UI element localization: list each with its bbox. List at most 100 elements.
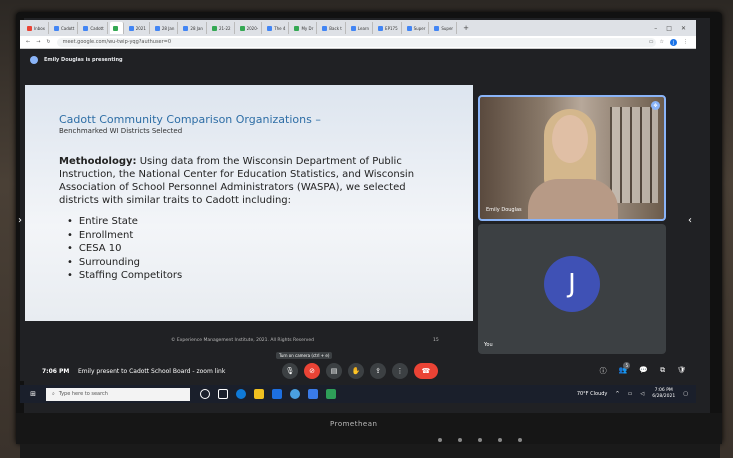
browser-tab[interactable]: Cadott (80, 22, 108, 34)
menu-icon[interactable]: ⋮ (683, 39, 688, 45)
tab-label: 28 Jan (190, 25, 203, 31)
participant-body (528, 179, 618, 219)
browser-tab[interactable]: The 4 (264, 22, 290, 34)
task-view-icon[interactable] (218, 389, 228, 399)
more-options-icon[interactable]: ⋮ (392, 363, 408, 379)
self-avatar: J (544, 256, 600, 312)
edge-icon[interactable] (236, 389, 246, 399)
taskbar-clock[interactable]: 7:06 PM 6/28/2021 (652, 388, 675, 400)
captions-icon[interactable]: ▤ (326, 363, 342, 379)
tab-favicon-icon (83, 25, 89, 31)
participant-tile-self[interactable]: J You (478, 224, 666, 354)
tab-favicon-icon (53, 25, 59, 31)
browser-tab[interactable]: Super (431, 22, 458, 34)
tv-brand: Promethean (330, 420, 378, 428)
url-field[interactable]: meet.google.com/wu-twip-yqg?authuser=0 (56, 37, 656, 47)
tab-favicon-icon (27, 25, 32, 31)
bullet-item: Entire State (67, 215, 182, 229)
reload-icon[interactable]: ↻ (46, 39, 50, 45)
address-bar: ← → ↻ meet.google.com/wu-twip-yqg?authus… (20, 36, 696, 49)
network-icon[interactable]: ▭ (628, 391, 633, 397)
volume-icon[interactable]: ◁ (640, 391, 644, 397)
app-icon[interactable] (290, 389, 300, 399)
meet-control-bar: 7:06 PM Emily present to Cadott School B… (20, 360, 696, 382)
browser-tab[interactable]: Back t (319, 22, 346, 34)
tv-power-button[interactable] (438, 438, 442, 442)
tv-button[interactable] (518, 438, 522, 442)
tab-favicon-icon (239, 25, 245, 31)
browser-tab[interactable]: 28 Jan (152, 22, 179, 34)
camera-tooltip: Turn on camera (ctrl + e) (276, 352, 333, 359)
windows-start-icon[interactable]: ⊞ (26, 390, 40, 398)
people-icon[interactable]: 👥 5 (619, 362, 631, 376)
presenting-banner: Emily Douglas is presenting (30, 53, 123, 67)
app-icon[interactable] (326, 389, 336, 399)
microphone-icon[interactable]: 🎙 (282, 363, 298, 379)
present-screen-icon[interactable]: ⇪ (370, 363, 386, 379)
new-tab-button[interactable]: + (459, 24, 473, 32)
weather-widget[interactable]: 70°F Cloudy (577, 391, 608, 397)
cortana-icon[interactable] (200, 389, 210, 399)
host-controls-icon[interactable]: 🛡 (677, 366, 686, 376)
tv-button[interactable] (458, 438, 462, 442)
browser-tab[interactable]: Learn (348, 22, 374, 34)
chat-icon[interactable]: 💬 (639, 366, 648, 376)
pin-icon[interactable]: ✥ (651, 101, 660, 110)
methodology-label: Methodology: (59, 156, 137, 167)
mail-icon[interactable] (272, 389, 282, 399)
tab-favicon-icon (322, 25, 328, 31)
browser-tab[interactable]: Super (404, 22, 430, 34)
star-icon[interactable]: ☆ (660, 39, 664, 45)
maximize-icon[interactable]: □ (666, 25, 672, 32)
browser-tab[interactable]: EP175 (375, 22, 402, 34)
browser-tab[interactable]: Inbox (24, 22, 49, 34)
camera-off-icon[interactable]: ⊘ (304, 363, 320, 379)
tv-button[interactable] (498, 438, 502, 442)
tv-button[interactable] (478, 438, 482, 442)
minimize-icon[interactable]: – (654, 25, 657, 32)
taskbar-apps (200, 389, 336, 399)
notifications-icon[interactable]: ▢ (683, 391, 688, 397)
tab-label: The 4 (274, 25, 286, 31)
participant-tile-presenter[interactable]: ✥ Emily Douglas (478, 95, 666, 221)
tab-label: Cadott (90, 25, 104, 31)
browser-tab[interactable]: 2020- (237, 22, 263, 34)
tab-favicon-icon (378, 25, 384, 31)
bullet-item: Staffing Competitors (67, 269, 182, 283)
file-explorer-icon[interactable] (254, 389, 264, 399)
tab-label: EP175 (385, 25, 398, 31)
taskbar-search[interactable]: ⌕ Type here to search (46, 387, 190, 401)
present-icon (30, 56, 38, 64)
forward-icon[interactable]: → (36, 39, 40, 45)
info-icon[interactable]: ⓘ (600, 366, 607, 376)
close-icon[interactable]: ✕ (681, 25, 686, 32)
browser-tab[interactable]: 21-22 (209, 22, 235, 34)
tab-favicon-icon (154, 25, 160, 31)
raise-hand-icon[interactable]: ✋ (348, 363, 364, 379)
slide-copyright: © Experience Management Institute, 2021.… (171, 338, 314, 343)
leave-call-button[interactable]: ☎ (414, 363, 438, 379)
slide-methodology: Methodology: Using data from the Wiscons… (59, 155, 419, 207)
address-icons: ▭ ☆ J ⋮ (649, 38, 688, 46)
system-tray: 70°F Cloudy ^ ▭ ◁ 7:06 PM 6/28/2021 ▢ (577, 388, 696, 400)
browser-tab[interactable] (109, 22, 124, 34)
tv-stand (20, 444, 720, 458)
profile-avatar[interactable]: J (670, 38, 677, 46)
camera-icon[interactable]: ▭ (649, 39, 654, 45)
chevron-up-icon[interactable]: ^ (615, 391, 619, 397)
tab-favicon-icon (434, 25, 440, 31)
chevron-right-icon[interactable]: ‹ (688, 215, 692, 226)
browser-tab[interactable]: 28 Jan (180, 22, 207, 34)
back-icon[interactable]: ← (26, 39, 30, 45)
meet-stage: Emily Douglas is presenting Cadott Commu… (18, 49, 696, 381)
browser-tab[interactable]: Cadott (51, 22, 79, 34)
chevron-left-icon[interactable]: › (18, 215, 22, 226)
tab-favicon-icon (406, 25, 412, 31)
tab-label: 2021 (135, 25, 146, 31)
chrome-icon[interactable] (308, 389, 318, 399)
browser-tab[interactable]: My Dr (291, 22, 318, 34)
bullet-item: Enrollment (67, 229, 182, 243)
browser-tab[interactable]: 2021 (126, 22, 150, 34)
activities-icon[interactable]: ⧉ (660, 366, 665, 376)
tv-bezel (16, 413, 722, 444)
